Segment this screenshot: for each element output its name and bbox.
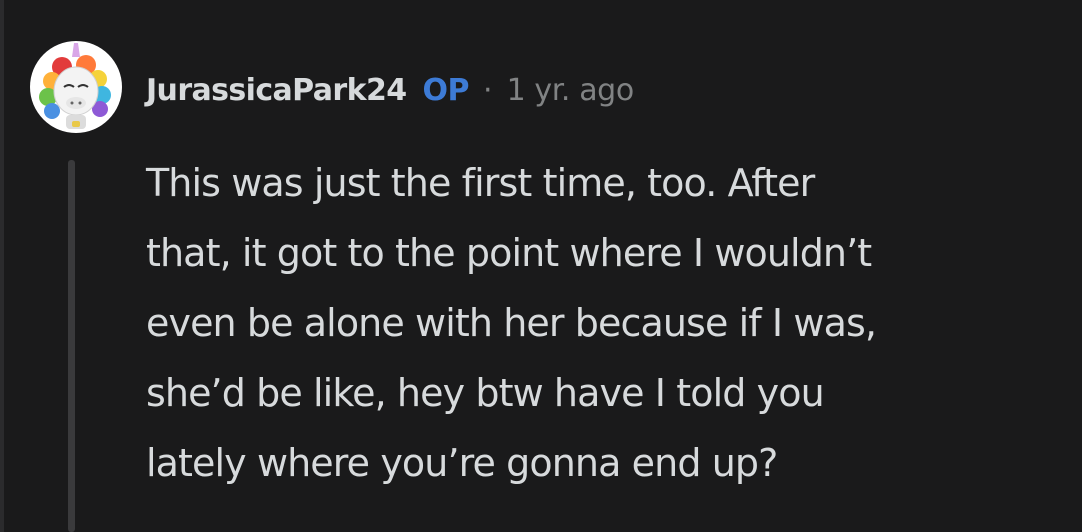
- comment-text-line: that, it got to the point where I wouldn…: [146, 231, 872, 275]
- meta-separator: ·: [483, 72, 493, 108]
- comment-text-line: This was just the first time, too. After: [146, 161, 815, 205]
- username-link[interactable]: JurassicaPark24: [146, 73, 407, 108]
- comment-header: JurassicaPark24 OP · 1 yr. ago: [146, 68, 634, 112]
- unicorn-avatar-icon: [39, 43, 111, 129]
- comment-text-line: lately where you’re gonna end up?: [146, 441, 778, 485]
- user-avatar[interactable]: [30, 41, 122, 133]
- op-badge: OP: [422, 72, 470, 108]
- timestamp[interactable]: 1 yr. ago: [507, 73, 635, 108]
- comment-text-line: she’d be like, hey btw have I told you: [146, 371, 825, 415]
- comment-text-line: even be alone with her because if I was,: [146, 301, 877, 345]
- comment-body: This was just the first time, too. After…: [146, 148, 1066, 498]
- left-edge-divider: [0, 0, 4, 532]
- thread-line[interactable]: [68, 160, 75, 532]
